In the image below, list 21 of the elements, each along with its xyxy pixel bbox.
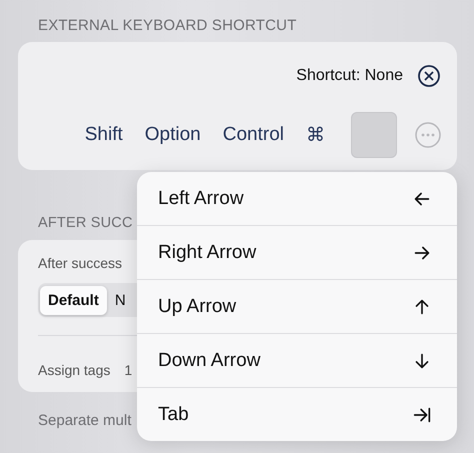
modifier-button[interactable]: Shift	[84, 124, 123, 146]
shortcut-label: Shortcut: None	[296, 67, 403, 85]
more-icon[interactable]	[415, 122, 441, 148]
menu-item[interactable]: Right Arrow	[137, 225, 457, 279]
modifier-button[interactable]: Option	[144, 124, 201, 146]
menu-item[interactable]: Down Arrow	[137, 333, 457, 387]
menu-item[interactable]: Up Arrow	[137, 279, 457, 333]
segment-tab[interactable]: N	[106, 286, 134, 314]
modifier-button[interactable]: Control	[222, 124, 284, 146]
field-label: After success	[38, 255, 124, 271]
modifier-button[interactable]: ⌘	[306, 123, 325, 147]
menu-item[interactable]: Tab	[137, 387, 457, 441]
section-header: AFTER SUCC	[38, 215, 133, 233]
menu-item[interactable]: Left Arrow	[137, 172, 457, 225]
footer-note: Separate mult	[38, 412, 132, 429]
clear-icon[interactable]	[417, 64, 441, 88]
section-header: EXTERNAL KEYBOARD SHORTCUT	[38, 17, 298, 36]
key-field[interactable]	[351, 112, 397, 158]
field-label: Assign tags	[38, 362, 110, 378]
segment-tab[interactable]: Default	[40, 286, 107, 314]
field-value: 1	[124, 362, 132, 378]
